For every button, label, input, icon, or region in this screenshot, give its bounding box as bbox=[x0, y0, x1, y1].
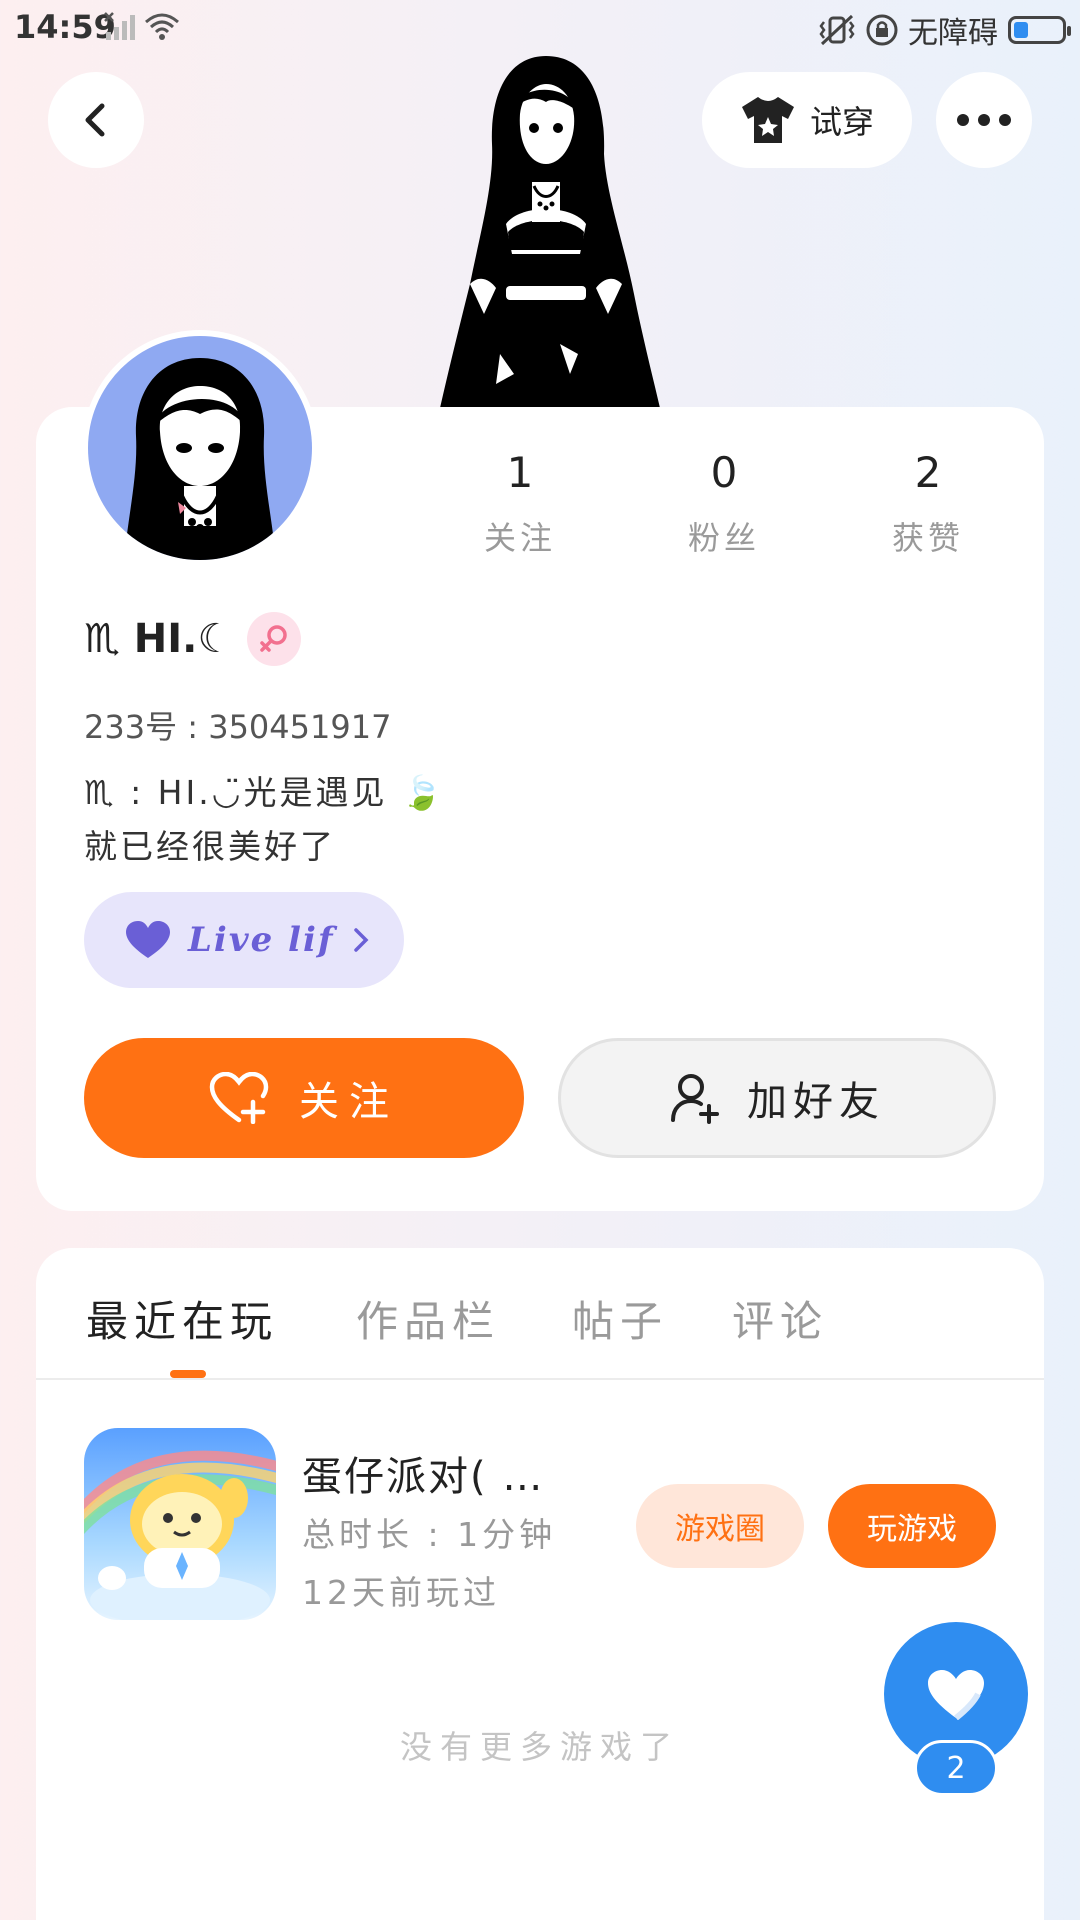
female-gender-icon bbox=[247, 612, 302, 666]
chevron-left-icon bbox=[85, 103, 105, 137]
game-icon[interactable] bbox=[84, 1428, 276, 1620]
heart-icon bbox=[928, 1670, 984, 1720]
follow-label: 关注 bbox=[299, 1079, 399, 1125]
status-time: 14:59 bbox=[14, 8, 116, 46]
vibrate-icon bbox=[819, 14, 855, 46]
avatar[interactable] bbox=[82, 330, 318, 566]
tag-label: Live lif bbox=[188, 920, 335, 960]
fans-count: 0 bbox=[710, 448, 738, 497]
wifi-icon bbox=[145, 13, 179, 40]
no-signal-icon bbox=[104, 12, 135, 40]
back-button[interactable] bbox=[48, 72, 144, 168]
tab-posts[interactable]: 帖子 bbox=[572, 1288, 668, 1349]
likes-label: 获赞 bbox=[891, 519, 964, 557]
game-last-played: 12天前玩过 bbox=[302, 1573, 500, 1612]
tab-comments[interactable]: 评论 bbox=[732, 1288, 828, 1349]
tab-recently-played[interactable]: 最近在玩 bbox=[86, 1288, 278, 1349]
try-on-label: 试穿 bbox=[809, 103, 874, 141]
stats-row: 1 关注 0 粉丝 2 获赞 bbox=[440, 448, 1040, 568]
status-bar: 14:59 无障碍 bbox=[0, 0, 1080, 56]
play-game-button[interactable]: 玩游戏 bbox=[828, 1484, 996, 1568]
add-friend-label: 加好友 bbox=[747, 1079, 885, 1125]
lock-icon bbox=[866, 14, 898, 46]
following-label: 关注 bbox=[483, 519, 556, 557]
bio-line-1: ♏ : HI.◡̈光是遇见 🍃 bbox=[84, 773, 446, 812]
user-id[interactable]: 233号 : 350451917 bbox=[84, 702, 391, 748]
heart-plus-icon bbox=[209, 1072, 269, 1124]
avatar-figure[interactable] bbox=[410, 54, 682, 408]
stat-likes[interactable]: 2 获赞 bbox=[848, 448, 1008, 559]
tab-indicator bbox=[170, 1370, 206, 1378]
follow-button[interactable]: 关注 bbox=[84, 1038, 524, 1158]
nickname: ♏ HI.☾ bbox=[84, 616, 234, 662]
battery-level bbox=[1014, 22, 1028, 38]
game-total-time: 总时长 : 1分钟 bbox=[302, 1515, 557, 1554]
avatar-portrait bbox=[124, 358, 276, 560]
likes-count: 2 bbox=[914, 448, 942, 497]
following-count: 1 bbox=[506, 448, 534, 497]
avatar-image bbox=[88, 336, 312, 560]
shirt-icon bbox=[741, 97, 794, 143]
more-dots-icon bbox=[957, 114, 1011, 126]
fans-label: 粉丝 bbox=[687, 519, 760, 557]
personal-tag-button[interactable]: Live lif bbox=[84, 892, 404, 988]
game-circle-button[interactable]: 游戏圈 bbox=[636, 1484, 804, 1568]
like-count-badge: 2 bbox=[914, 1740, 998, 1796]
stat-following[interactable]: 1 关注 bbox=[440, 448, 600, 559]
chevron-right-icon bbox=[353, 928, 368, 952]
status-right: 无障碍 bbox=[818, 8, 1071, 52]
nickname-row: ♏ HI.☾ bbox=[84, 612, 302, 666]
heart-icon bbox=[126, 921, 170, 958]
tab-works[interactable]: 作品栏 bbox=[356, 1288, 500, 1349]
add-friend-button[interactable]: 加好友 bbox=[558, 1038, 996, 1158]
bio-line-2: 就已经很美好了 bbox=[84, 827, 336, 866]
stat-fans[interactable]: 0 粉丝 bbox=[644, 448, 804, 559]
more-button[interactable] bbox=[936, 72, 1032, 168]
game-title[interactable]: 蛋仔派对( … bbox=[302, 1444, 544, 1502]
game-meta: 总时长 : 1分钟 12天前玩过 bbox=[302, 1506, 556, 1622]
bio: ♏ : HI.◡̈光是遇见 🍃 就已经很美好了 bbox=[84, 766, 544, 874]
try-on-button[interactable]: 试穿 bbox=[702, 72, 912, 168]
add-user-icon bbox=[671, 1074, 719, 1124]
battery-icon bbox=[1008, 16, 1071, 44]
tab-bar: 最近在玩 作品栏 帖子 评论 bbox=[36, 1248, 1044, 1380]
accessibility-label: 无障碍 bbox=[908, 16, 998, 51]
signal-icons bbox=[104, 12, 180, 42]
